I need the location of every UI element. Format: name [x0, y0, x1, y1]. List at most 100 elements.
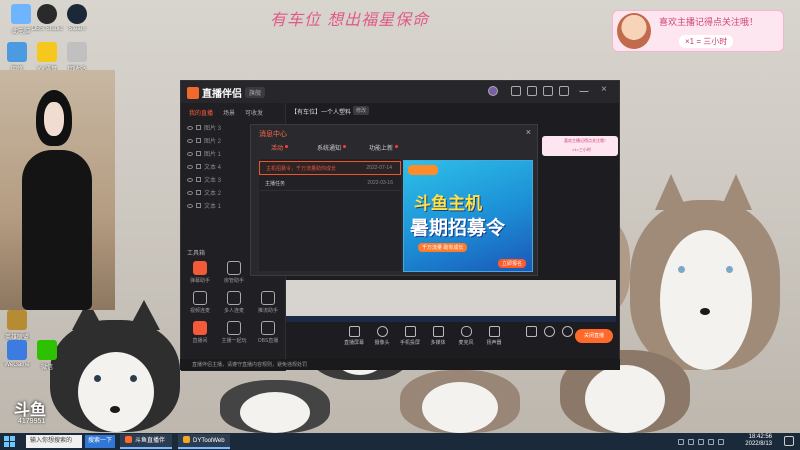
- tool-danmaku[interactable]: 弹幕助手: [183, 261, 217, 284]
- tab-scene[interactable]: 场景: [223, 108, 235, 117]
- speaker-button[interactable]: 扬声器: [481, 326, 507, 346]
- obs-icon: [37, 4, 57, 24]
- minimize-icon[interactable]: [579, 86, 589, 92]
- eye-icon: [543, 326, 555, 337]
- desktop-icon-network[interactable]: 网络: [0, 42, 34, 73]
- camera-icon: [376, 326, 388, 337]
- tool-room[interactable]: 直播间: [183, 321, 217, 344]
- tab-my-live[interactable]: 我的直播: [189, 108, 213, 117]
- close-live-button[interactable]: 关闭直播: [575, 329, 613, 343]
- taskbar-app-dytool[interactable]: DYToolWeb: [178, 434, 230, 449]
- tool-admin[interactable]: 房管助手: [217, 261, 251, 284]
- eye-icon[interactable]: [187, 126, 193, 130]
- taskbar-search-input[interactable]: 输入你想搜索的: [26, 435, 82, 448]
- list-item[interactable]: 主播任务 2022-03-16: [259, 177, 401, 191]
- close-icon[interactable]: ×: [526, 127, 531, 137]
- promo-poster[interactable]: 斗鱼主机 暑期招募令 千万流量 助你成长 立即报名: [403, 160, 533, 272]
- streamer-face: [44, 102, 64, 136]
- close-icon[interactable]: ×: [601, 84, 611, 95]
- follow-reminder-card: 喜欢主播记得点关注哦！ ×1 = 三小时: [612, 10, 784, 52]
- eye-icon[interactable]: [187, 139, 193, 143]
- source-screen-button[interactable]: 直播屏幕: [341, 326, 367, 346]
- clock-date: 2022/8/13: [745, 441, 772, 447]
- layer-item[interactable]: 文本 1: [187, 201, 221, 210]
- eye-icon[interactable]: [187, 204, 193, 208]
- layer-item[interactable]: 图片 3: [187, 123, 221, 132]
- tool-stream[interactable]: 推流助手: [251, 291, 285, 314]
- tray-icon[interactable]: [708, 439, 714, 445]
- desktop-icon-wegame[interactable]: WeGame: [0, 340, 34, 368]
- preview-follow-widget: 喜欢主播记得点关注哦！ ×1=三小时: [542, 136, 618, 156]
- tool-play-together[interactable]: 主播一起玩: [217, 321, 251, 344]
- layer-item[interactable]: 文本 4: [187, 162, 221, 171]
- desktop-icon-obs[interactable]: OBS Studio: [30, 4, 64, 32]
- layer-type-icon: [196, 138, 201, 143]
- husky-ear: [655, 174, 687, 210]
- source-camera-button[interactable]: 摄像头: [369, 326, 395, 346]
- taskbar-app-douyu[interactable]: 斗鱼直播伴侣: [120, 434, 172, 449]
- layer-item[interactable]: 文本 3: [187, 175, 221, 184]
- desktop-icon-lol[interactable]: 英雄联盟: [0, 310, 34, 341]
- husky-ear: [720, 174, 752, 210]
- desktop-icon-wechat[interactable]: 微信: [30, 340, 64, 371]
- mic-button[interactable]: 麦克风: [453, 326, 479, 346]
- system-tray: [678, 437, 728, 447]
- play-together-icon: [227, 321, 241, 335]
- eye-icon[interactable]: [187, 152, 193, 156]
- douyu-logo-icon: [187, 87, 199, 99]
- room-icon: [193, 321, 207, 335]
- douyu-watermark-logo: 斗鱼: [14, 402, 47, 419]
- mail-icon[interactable]: [543, 86, 553, 96]
- gear-icon: [561, 326, 573, 337]
- eye-icon[interactable]: [187, 191, 193, 195]
- headset-icon[interactable]: [511, 86, 521, 96]
- tray-icon[interactable]: [678, 439, 684, 445]
- tray-icon[interactable]: [718, 439, 724, 445]
- settings-icon[interactable]: [559, 86, 569, 96]
- unread-dot: [343, 145, 347, 148]
- eye-icon[interactable]: [187, 165, 193, 169]
- lol-icon: [7, 310, 27, 330]
- speaker-icon: [488, 326, 500, 337]
- room-title: 【有车位】一个人塑料: [291, 110, 352, 116]
- notification-icon[interactable]: [784, 436, 794, 446]
- clock[interactable]: 18:42:56 2022/8/13: [745, 434, 772, 448]
- desktop-icon-recycle[interactable]: 回收站: [60, 42, 94, 73]
- version-badge: 旗舰: [245, 87, 266, 98]
- list-item[interactable]: 主机招募令，千万流量助你成长 2022-07-14: [259, 161, 401, 175]
- source-phone-button[interactable]: 手机投屏: [397, 326, 423, 346]
- room-edit-button[interactable]: 修改: [353, 106, 370, 115]
- recycle-bin-icon: [67, 42, 87, 62]
- tray-icon[interactable]: [698, 439, 704, 445]
- tool-video-link[interactable]: 视频连麦: [183, 291, 217, 314]
- layer-type-icon: [196, 203, 201, 208]
- stream-preview: [286, 280, 616, 316]
- record-icon: [525, 326, 537, 337]
- windows-start-icon[interactable]: [4, 436, 15, 447]
- eye-icon[interactable]: [187, 178, 193, 182]
- tool-obs-live[interactable]: OBS直播: [251, 321, 285, 344]
- desktop-icon-steam[interactable]: Steam: [60, 4, 94, 32]
- tool-multi-link[interactable]: 多人连麦: [217, 291, 251, 314]
- tab-system-notice[interactable]: 系统通知: [317, 143, 347, 155]
- avatar-icon[interactable]: [488, 86, 498, 96]
- obs-live-icon: [261, 321, 275, 335]
- husky-dog-bottom-mid: [400, 370, 520, 433]
- tab-new-features[interactable]: 功能上新: [369, 143, 399, 155]
- layer-item[interactable]: 文本 2: [187, 188, 221, 197]
- promo-signup-button[interactable]: 立即报名: [497, 259, 526, 268]
- layer-type-icon: [196, 164, 201, 169]
- tab-sendable[interactable]: 可收发: [245, 108, 263, 117]
- stream-icon: [261, 291, 275, 305]
- taskbar-search-button[interactable]: 搜索一下: [85, 435, 115, 448]
- layer-item[interactable]: 图片 1: [187, 149, 221, 158]
- preview-taskbar-strip: [286, 316, 616, 322]
- layer-type-icon: [196, 151, 201, 156]
- tab-activity[interactable]: 活动: [271, 143, 289, 155]
- source-media-button[interactable]: 多媒体: [425, 326, 451, 346]
- clock-time: 18:42:56: [748, 434, 772, 440]
- layer-item[interactable]: 图片 2: [187, 136, 221, 145]
- tray-icon[interactable]: [688, 439, 694, 445]
- desktop-icon-yy[interactable]: YY语音: [30, 42, 64, 73]
- gift-icon[interactable]: [527, 86, 537, 96]
